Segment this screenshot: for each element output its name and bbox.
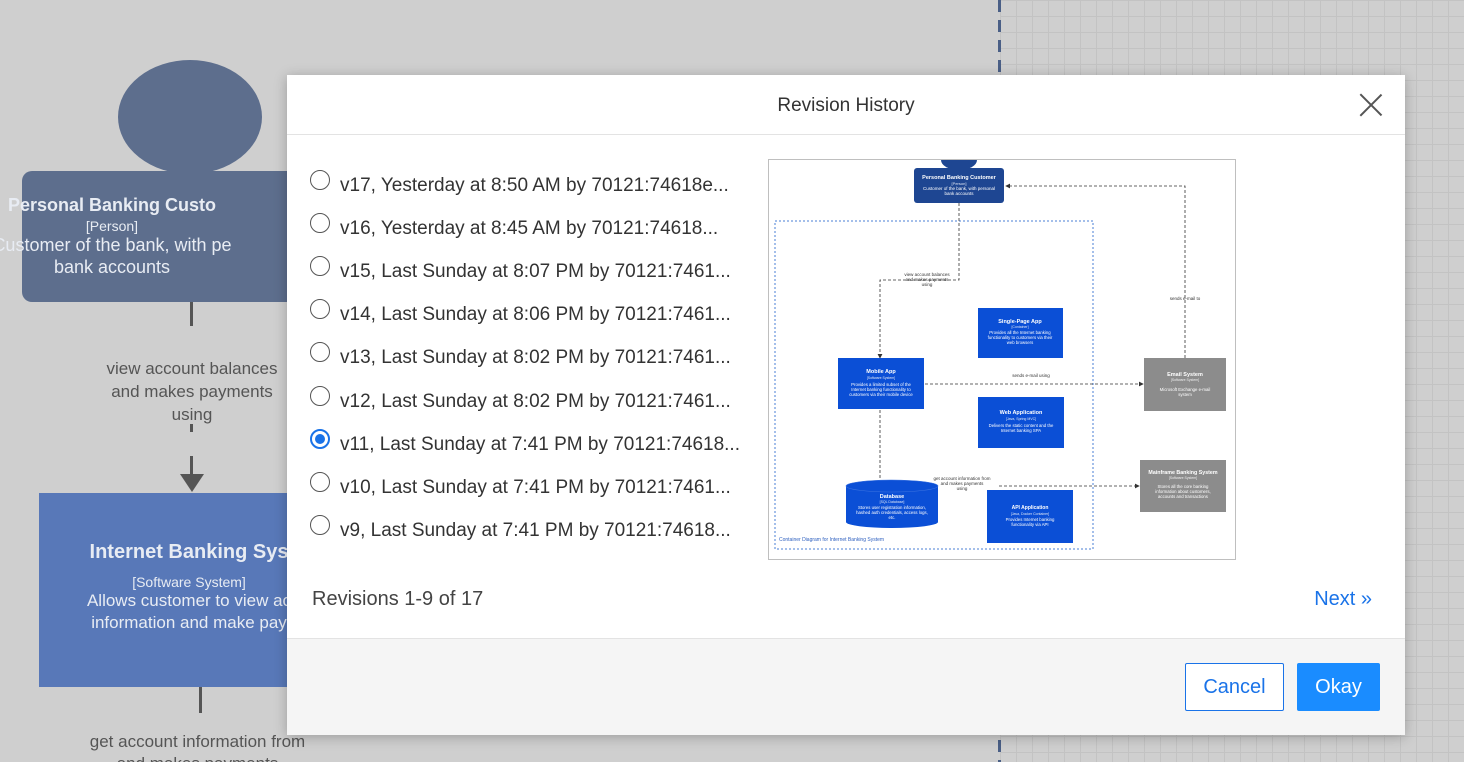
revision-item[interactable]: v17, Yesterday at 8:50 AM by 70121:74618… [310, 161, 750, 204]
email-desc: system [1178, 392, 1192, 397]
revision-label: v16, Yesterday at 8:45 AM by 70121:74618… [340, 217, 719, 239]
revision-item[interactable]: v15, Last Sunday at 8:07 PM by 70121:746… [310, 247, 750, 290]
person-head-shape[interactable] [118, 60, 262, 174]
mobile-type: [Software System] [867, 376, 895, 380]
api-type: [Java, Docker Container] [1011, 512, 1050, 516]
next-page-link[interactable]: Next » [1314, 588, 1372, 611]
edge-label-view-account: view account balances and makes payments… [80, 357, 304, 426]
mainframe-desc: accounts and transactions [1158, 494, 1208, 499]
revision-radio[interactable] [310, 299, 330, 320]
revision-label: v13, Last Sunday at 8:02 PM by 70121:746… [340, 347, 731, 369]
revision-label: v17, Yesterday at 8:50 AM by 70121:74618… [340, 174, 729, 196]
customer-desc: bank accounts [944, 191, 974, 196]
edge-label: using [957, 486, 968, 491]
database-type: [SQL Database] [880, 500, 905, 504]
edge-label-get-account: get account information from and makes p… [60, 731, 335, 762]
mobile-name: Mobile App [866, 369, 896, 375]
revision-radio[interactable] [310, 471, 330, 492]
revision-radio[interactable] [310, 428, 330, 449]
revision-label: v9, Last Sunday at 7:41 PM by 70121:7461… [340, 520, 731, 542]
edge-label-line: and makes payments [60, 753, 335, 762]
cancel-button[interactable]: Cancel [1185, 663, 1284, 711]
revision-radio[interactable] [310, 212, 330, 233]
email-node [1144, 358, 1226, 411]
revision-list: v17, Yesterday at 8:50 AM by 70121:74618… [310, 161, 750, 550]
edge-label: using [922, 282, 933, 287]
close-icon[interactable] [1359, 93, 1383, 117]
email-type: [Software System] [1171, 378, 1199, 382]
revision-item[interactable]: v9, Last Sunday at 7:41 PM by 70121:7461… [310, 507, 750, 550]
edge-label: sends e-mail to [1170, 296, 1201, 301]
webapp-type: [Java, Spring MVC] [1006, 417, 1036, 421]
revision-item[interactable]: v14, Last Sunday at 8:06 PM by 70121:746… [310, 291, 750, 334]
edge-label-line: view account balances [106, 359, 278, 378]
revision-label: v11, Last Sunday at 7:41 PM by 70121:746… [340, 433, 740, 455]
revision-history-dialog: Revision History v17, Yesterday at 8:50 … [287, 75, 1405, 735]
spa-type: [Container] [1011, 325, 1028, 329]
revision-item[interactable]: v16, Yesterday at 8:45 AM by 70121:74618… [310, 204, 750, 247]
revision-radio[interactable] [310, 255, 330, 276]
connector-line [190, 302, 193, 326]
boundary-label: Container Diagram for Internet Banking S… [779, 537, 884, 543]
revision-count: Revisions 1-9 of 17 [312, 588, 484, 610]
connector-line [199, 687, 202, 713]
dialog-header: Revision History [287, 75, 1405, 135]
revision-label: v12, Last Sunday at 8:02 PM by 70121:746… [340, 390, 731, 412]
revision-preview: Container Diagram for Internet Banking S… [768, 159, 1236, 560]
revision-radio[interactable] [310, 169, 330, 190]
revision-label: v15, Last Sunday at 8:07 PM by 70121:746… [340, 260, 731, 282]
dialog-footer: Cancel Okay [287, 638, 1405, 735]
spa-desc: web browsers [1007, 340, 1034, 345]
api-desc: functionality via API [1011, 522, 1048, 527]
connector-line [190, 456, 193, 476]
database-desc: etc. [889, 515, 896, 520]
revision-radio[interactable] [310, 515, 330, 536]
webapp-name: Web Application [1000, 410, 1043, 416]
edge-label-line: using [171, 405, 213, 424]
revision-label: v10, Last Sunday at 7:41 PM by 70121:746… [340, 476, 731, 498]
mobile-desc: customers via their mobile device [849, 392, 913, 397]
connector-arrowhead [180, 474, 204, 492]
preview-diagram: Container Diagram for Internet Banking S… [774, 160, 1226, 550]
edge-label-line: and makes payments [111, 382, 273, 401]
revision-radio[interactable] [310, 342, 330, 363]
revision-item[interactable]: v11, Last Sunday at 7:41 PM by 70121:746… [310, 420, 750, 463]
revision-label: v14, Last Sunday at 8:06 PM by 70121:746… [340, 304, 731, 326]
revision-radio[interactable] [310, 385, 330, 406]
revision-item[interactable]: v13, Last Sunday at 8:02 PM by 70121:746… [310, 334, 750, 377]
dialog-title: Revision History [777, 95, 915, 116]
webapp-desc: Internet banking SPA [1001, 428, 1041, 433]
mainframe-type: [Software System] [1169, 476, 1197, 480]
api-name: API Application [1012, 505, 1049, 511]
connector-line [190, 424, 193, 432]
okay-button[interactable]: Okay [1297, 663, 1380, 711]
database-top [845, 479, 939, 493]
revision-item[interactable]: v12, Last Sunday at 8:02 PM by 70121:746… [310, 377, 750, 420]
edge-label: sends e-mail using [1012, 373, 1050, 378]
revision-item[interactable]: v10, Last Sunday at 7:41 PM by 70121:746… [310, 463, 750, 506]
